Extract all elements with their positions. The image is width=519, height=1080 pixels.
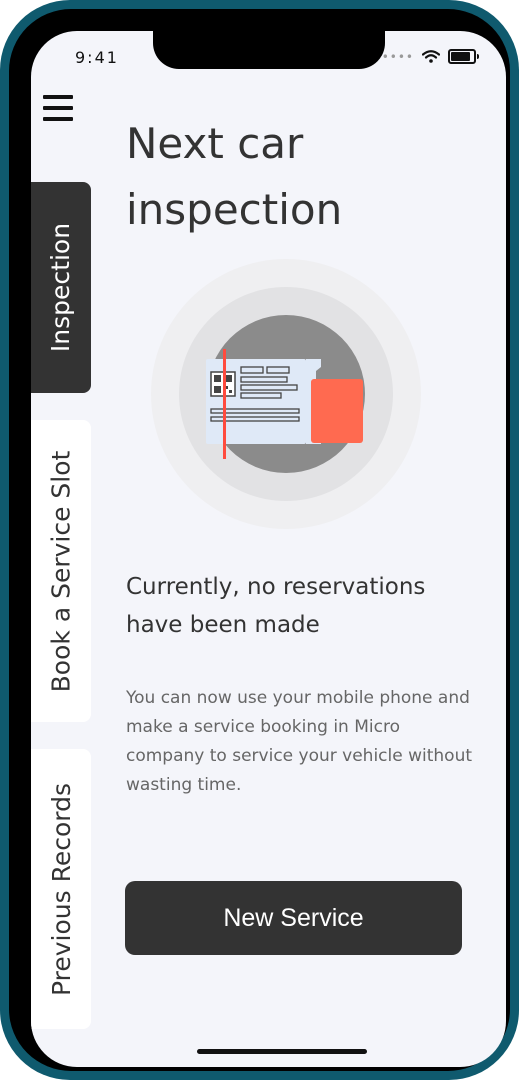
page-title: Next car inspection bbox=[126, 119, 343, 235]
battery-icon bbox=[448, 49, 479, 64]
tab-previous-records[interactable]: Previous Records bbox=[31, 749, 91, 1029]
new-service-button[interactable]: New Service bbox=[125, 881, 462, 955]
app-screen: 9:41 •••• Inspection Book a Service Slot bbox=[31, 31, 506, 1067]
wifi-icon bbox=[422, 50, 440, 63]
status-icons: •••• bbox=[381, 49, 479, 64]
tab-book-service-slot-label: Book a Service Slot bbox=[46, 450, 76, 692]
empty-state-title: Currently, no reservations have been mad… bbox=[126, 574, 426, 638]
hamburger-menu-icon[interactable] bbox=[43, 95, 73, 123]
home-indicator[interactable] bbox=[197, 1049, 367, 1054]
tab-inspection-label: Inspection bbox=[46, 222, 76, 353]
phone-bezel: 9:41 •••• Inspection Book a Service Slot bbox=[9, 9, 510, 1071]
tab-book-service-slot[interactable]: Book a Service Slot bbox=[31, 420, 91, 722]
signal-dots-icon: •••• bbox=[381, 49, 414, 64]
tab-inspection[interactable]: Inspection bbox=[31, 182, 91, 393]
tab-previous-records-label: Previous Records bbox=[46, 782, 76, 996]
empty-state-description: You can now use your mobile phone and ma… bbox=[126, 688, 473, 795]
device-notch bbox=[153, 31, 385, 69]
phone-frame: 9:41 •••• Inspection Book a Service Slot bbox=[0, 0, 519, 1080]
status-time: 9:41 bbox=[75, 48, 119, 67]
inspection-ticket-icon bbox=[151, 259, 421, 529]
